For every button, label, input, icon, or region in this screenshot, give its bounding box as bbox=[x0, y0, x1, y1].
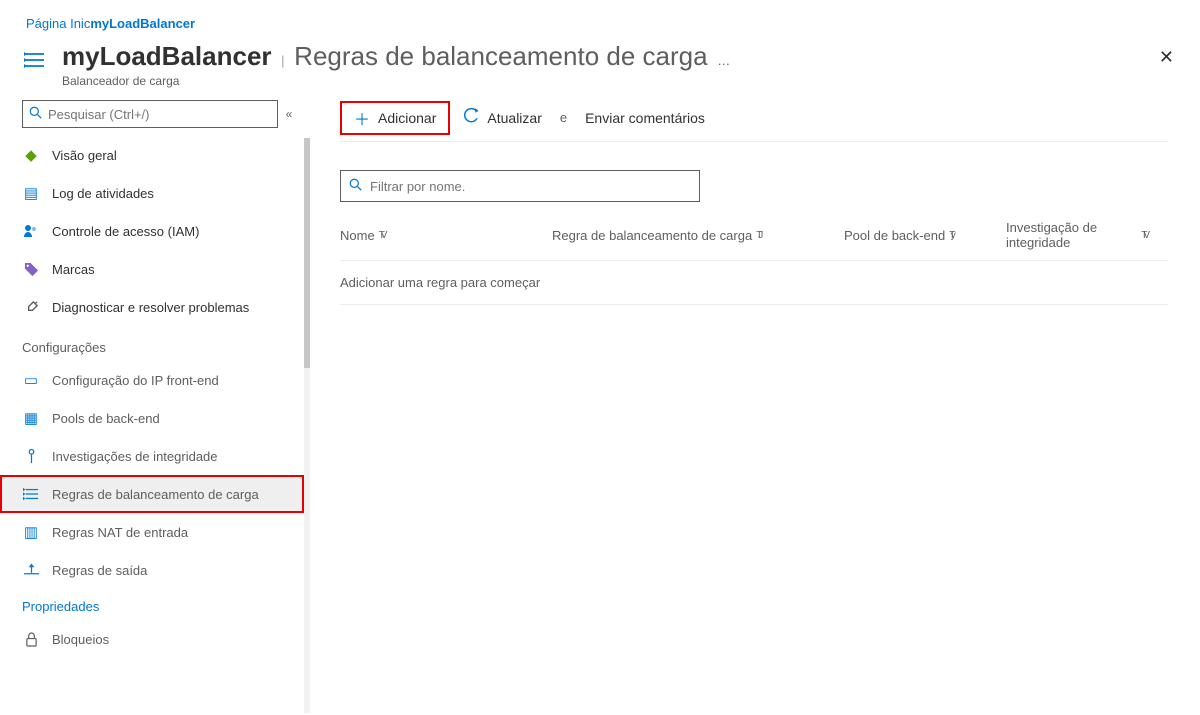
content-pane: ＋ Adicionar Atualizar e Enviar comentári… bbox=[310, 94, 1200, 713]
sidebar-item-label: Log de atividades bbox=[52, 186, 154, 201]
toolbar: ＋ Adicionar Atualizar e Enviar comentári… bbox=[340, 94, 1168, 142]
column-label: Pool de back-end bbox=[844, 228, 945, 243]
sidebar-item-label: Pools de back-end bbox=[52, 411, 160, 426]
sidebar-search-input[interactable] bbox=[48, 107, 271, 122]
loadbalancer-icon bbox=[22, 47, 48, 73]
sidebar-item-label: Controle de acesso (IAM) bbox=[52, 224, 199, 239]
refresh-button[interactable]: Atualizar bbox=[452, 102, 553, 134]
header-ellipsis-icon[interactable]: … bbox=[711, 53, 736, 68]
sidebar-item-label: Investigações de integridade bbox=[52, 449, 218, 464]
breadcrumb-resource[interactable]: myLoadBalancer bbox=[90, 16, 195, 31]
blade-title: Regras de balanceamento de carga bbox=[294, 41, 707, 71]
column-label: Nome bbox=[340, 228, 375, 243]
sort-icon: TV bbox=[1141, 230, 1146, 241]
backend-pools-icon: ▦ bbox=[22, 409, 40, 427]
sidebar-item-tags[interactable]: Marcas bbox=[0, 250, 304, 288]
breadcrumb-home[interactable]: Página Inic bbox=[26, 16, 90, 31]
search-icon bbox=[349, 178, 362, 194]
nat-rules-icon: ▥ bbox=[22, 523, 40, 541]
sidebar-item-diagnose[interactable]: Diagnosticar e resolver problemas bbox=[0, 288, 304, 326]
sidebar-item-locks[interactable]: Bloqueios bbox=[0, 620, 304, 658]
sidebar: « ◆ Visão geral ▤ Log de atividades Cont… bbox=[0, 94, 310, 713]
filter-input[interactable] bbox=[370, 179, 691, 194]
sidebar-item-frontend-ip[interactable]: ▭ Configuração do IP front-end bbox=[0, 361, 304, 399]
close-icon[interactable]: ✕ bbox=[1155, 41, 1178, 74]
sort-icon: TJ bbox=[756, 230, 759, 241]
column-label: Investigação de integridade bbox=[1006, 220, 1137, 250]
sidebar-section-settings: Configurações bbox=[0, 326, 304, 361]
sidebar-item-nat-rules[interactable]: ▥ Regras NAT de entrada bbox=[0, 513, 304, 551]
sidebar-item-outbound-rules[interactable]: Regras de saída bbox=[0, 551, 304, 589]
resource-type: Balanceador de carga bbox=[62, 74, 736, 88]
blade-header: myLoadBalancer | Regras de balanceamento… bbox=[0, 37, 1200, 94]
sidebar-item-label: Bloqueios bbox=[52, 632, 109, 647]
sidebar-item-backend-pools[interactable]: ▦ Pools de back-end bbox=[0, 399, 304, 437]
filter-input-wrap[interactable] bbox=[340, 170, 700, 202]
tags-icon bbox=[22, 260, 40, 278]
health-probes-icon bbox=[22, 447, 40, 465]
sidebar-item-label: Regras de saída bbox=[52, 563, 147, 578]
refresh-icon bbox=[464, 108, 479, 128]
add-button-label: Adicionar bbox=[378, 110, 436, 126]
breadcrumb: Página InicmyLoadBalancer bbox=[0, 0, 1200, 37]
overview-icon: ◆ bbox=[22, 146, 40, 164]
add-button-highlighted: ＋ Adicionar bbox=[340, 101, 450, 135]
refresh-button-label: Atualizar bbox=[487, 110, 541, 126]
feedback-button-label: Enviar comentários bbox=[585, 110, 705, 126]
column-label: Regra de balanceamento de carga bbox=[552, 228, 752, 243]
outbound-rules-icon bbox=[22, 561, 40, 579]
sidebar-item-activity-log[interactable]: ▤ Log de atividades bbox=[0, 174, 304, 212]
sidebar-properties-link[interactable]: Propriedades bbox=[22, 599, 99, 614]
column-rule[interactable]: Regra de balanceamento de carga TJ bbox=[552, 220, 822, 250]
sidebar-item-iam[interactable]: Controle de acesso (IAM) bbox=[0, 212, 304, 250]
sidebar-item-lb-rules[interactable]: Regras de balanceamento de carga bbox=[0, 475, 304, 513]
sidebar-item-label: Visão geral bbox=[52, 148, 117, 163]
sidebar-item-label: Regras de balanceamento de carga bbox=[52, 487, 259, 502]
diagnose-icon bbox=[22, 298, 40, 316]
sidebar-item-health-probes[interactable]: Investigações de integridade bbox=[0, 437, 304, 475]
sort-icon: Ty bbox=[949, 230, 952, 241]
activity-log-icon: ▤ bbox=[22, 184, 40, 202]
sidebar-item-properties[interactable]: Propriedades bbox=[0, 589, 304, 620]
add-button[interactable]: ＋ Adicionar bbox=[342, 102, 448, 134]
frontend-ip-icon: ▭ bbox=[22, 371, 40, 389]
sidebar-search[interactable] bbox=[22, 100, 278, 128]
search-icon bbox=[29, 106, 42, 122]
plus-icon: ＋ bbox=[354, 106, 370, 130]
lb-rules-icon bbox=[22, 485, 40, 503]
sidebar-item-label: Configuração do IP front-end bbox=[52, 373, 219, 388]
sidebar-item-label: Marcas bbox=[52, 262, 95, 277]
lock-icon bbox=[22, 630, 40, 648]
column-probe[interactable]: Investigação de integridade TV bbox=[1006, 220, 1146, 250]
collapse-sidebar-icon[interactable]: « bbox=[278, 107, 300, 121]
table-empty-message: Adicionar uma regra para começar bbox=[340, 261, 1168, 305]
sort-icon: TV bbox=[379, 230, 384, 241]
toolbar-overflow-icon[interactable]: e bbox=[554, 110, 573, 125]
iam-icon bbox=[22, 222, 40, 240]
feedback-button[interactable]: Enviar comentários bbox=[573, 102, 717, 134]
resource-title: myLoadBalancer bbox=[62, 41, 272, 71]
sidebar-scrollbar-thumb[interactable] bbox=[304, 138, 310, 368]
table-header: Nome TV Regra de balanceamento de carga TJ… bbox=[340, 220, 1168, 260]
sidebar-item-label: Diagnosticar e resolver problemas bbox=[52, 300, 249, 315]
column-name[interactable]: Nome TV bbox=[340, 220, 530, 250]
sidebar-item-label: Regras NAT de entrada bbox=[52, 525, 188, 540]
column-pool[interactable]: Pool de back-end Ty bbox=[844, 220, 984, 250]
sidebar-scrollbar[interactable] bbox=[304, 138, 310, 713]
sidebar-item-overview[interactable]: ◆ Visão geral bbox=[0, 136, 304, 174]
